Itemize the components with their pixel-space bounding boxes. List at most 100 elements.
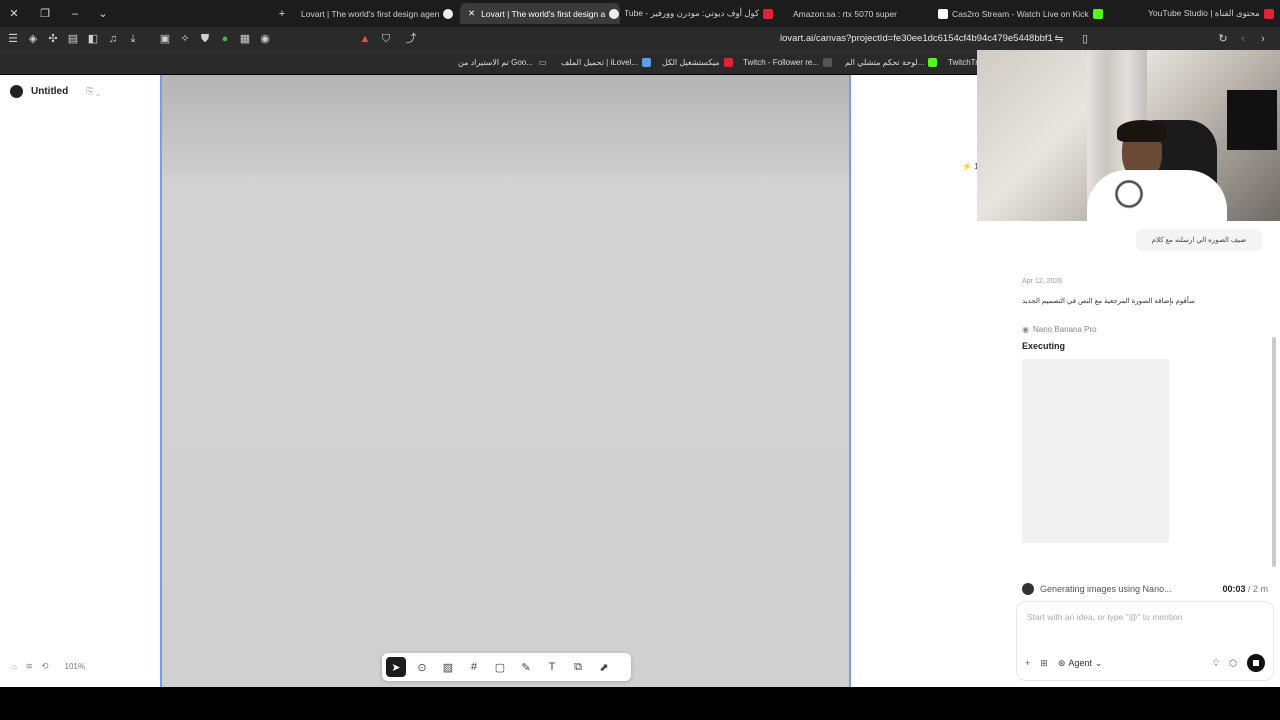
new-tab-icon[interactable]: +	[274, 6, 290, 22]
ilovepdf-favicon-icon	[642, 58, 652, 67]
green-extension-icon[interactable]: ●	[218, 32, 232, 46]
bookmark-label: تحميل الملف | iLovel...	[561, 58, 639, 67]
circle-icon[interactable]: ○	[12, 662, 17, 672]
webcam-person-body	[1087, 170, 1227, 221]
frame-tool-icon[interactable]: #	[464, 657, 484, 677]
tab-youtube-cod[interactable]: كول أوف ديوتي: مودرن وورفير - Tube	[625, 3, 785, 24]
address-bar[interactable]: lovart.ai/canvas?projectId=fe30ee1dc6154…	[780, 33, 1053, 44]
bookmark-item[interactable]: لوحة تحكم متشلي الم...	[845, 58, 941, 67]
extension-puzzle-icon[interactable]: ✣	[46, 32, 60, 46]
tab-lovart-active[interactable]: ✕ Lovart | The world's first design a	[460, 3, 620, 24]
youtube-favicon-icon	[723, 58, 733, 67]
image-upload-tool-icon[interactable]: ▨	[438, 657, 458, 677]
tab-lovart-1[interactable]: Lovart | The world's first design agen	[293, 3, 455, 24]
design-canvas[interactable]	[160, 75, 851, 687]
close-tab-icon[interactable]: ✕	[468, 8, 475, 19]
kick-favicon-icon	[1092, 8, 1103, 19]
bookmark-icon[interactable]: ▯	[1078, 32, 1092, 46]
agent-icon: ⊛	[1057, 657, 1066, 668]
tab-label: Lovart | The world's first design a	[481, 8, 606, 19]
stop-generation-button[interactable]	[1247, 654, 1265, 672]
pencil-tool-icon[interactable]: ✎	[516, 657, 536, 677]
youtube-favicon-icon	[1263, 8, 1274, 19]
lovart-logo-icon[interactable]	[10, 85, 23, 98]
execution-status: Executing	[1022, 341, 1066, 351]
chat-scrollbar[interactable]	[1272, 337, 1276, 567]
tab-label: Cas2ro Stream - Watch Live on Kick	[952, 8, 1089, 19]
add-attachment-icon[interactable]: +	[1025, 658, 1030, 668]
chat-input-tools: + ⊞ ⊛ Agent ⌄ 💡︎ ⬡	[1025, 654, 1265, 672]
bookmark-item[interactable]: تحميل الملف | iLovel...	[561, 58, 655, 67]
folder-icon: ▭	[538, 58, 547, 67]
book-icon[interactable]: ⊞	[1040, 658, 1048, 669]
brave-shield-icon[interactable]: ⛉	[379, 32, 393, 46]
screenshot-icon[interactable]: ▣	[158, 32, 172, 46]
extension-shield-icon[interactable]: ◈	[26, 32, 40, 46]
generation-status-bar: Generating images using Nano... 00:03 / …	[1022, 583, 1268, 595]
download-icon[interactable]: ⤓	[126, 32, 140, 46]
lovart-favicon-icon	[609, 8, 620, 19]
tab-youtube-studio[interactable]: YouTube Studio | محتوى القناة	[1140, 3, 1280, 24]
lightbulb-icon[interactable]: 💡︎	[1213, 658, 1219, 669]
music-icon[interactable]: ♫	[106, 32, 120, 46]
vpn-shield-icon[interactable]: ⛊	[198, 32, 212, 46]
webcam-overlay	[977, 50, 1280, 221]
generation-spinner-icon	[1022, 583, 1034, 595]
select-tool-icon[interactable]: ➤	[386, 657, 406, 677]
webcam-person-hair	[1117, 120, 1167, 142]
image-extension-icon[interactable]: ▦	[238, 32, 252, 46]
webcam-monitor	[1227, 90, 1277, 150]
model-name: Nano Banana Pro	[1032, 325, 1097, 334]
extensions-icon[interactable]: ✧	[178, 32, 192, 46]
close-window-icon[interactable]: ✕	[6, 6, 22, 22]
bookmark-item[interactable]: ميكستشغيل الكل	[662, 58, 737, 67]
cube-icon[interactable]: ⬡	[1229, 658, 1237, 669]
agent-selector[interactable]: ⊛ Agent ⌄	[1058, 658, 1103, 669]
tab-label: Amazon.sa : rtx 5070 super	[793, 8, 897, 19]
menu-icon[interactable]: ☰	[6, 32, 20, 46]
rectangle-tool-icon[interactable]: ▢	[490, 657, 510, 677]
restore-window-icon[interactable]: ❐	[37, 6, 53, 22]
tabs-icon[interactable]: ▤	[66, 32, 80, 46]
chat-input-box[interactable]: Start with an idea, or type "@" to menti…	[1016, 601, 1274, 681]
bookmark-item[interactable]: TwitchTr	[948, 58, 978, 67]
bookmark-item[interactable]: Twitch - Follower re...	[743, 58, 836, 67]
elapsed-value: 00:03	[1222, 584, 1246, 594]
tab-kick[interactable]: Cas2ro Stream - Watch Live on Kick	[926, 3, 1106, 24]
brave-rewards-icon[interactable]: ▲	[358, 32, 372, 46]
back-icon[interactable]: ‹	[1236, 32, 1250, 46]
minimize-window-icon[interactable]: –	[67, 6, 83, 22]
youtube-favicon-icon	[763, 8, 773, 19]
agent-label: Agent	[1068, 658, 1092, 668]
share-icon[interactable]: ⤴	[404, 32, 418, 46]
total-time: / 2 m	[1245, 584, 1268, 594]
profile-extension-icon[interactable]: ◉	[258, 32, 272, 46]
browser-toolbar: ☰ ◈ ✣ ▤ ◧ ♫ ⤓ ▣ ✧ ⛊ ● ▦ ◉ ▲ ⛉ ⤴ lovart.a…	[0, 27, 1280, 52]
tab-amazon[interactable]: Amazon.sa : rtx 5070 super	[785, 3, 925, 24]
history-icon[interactable]: ⟲	[41, 661, 49, 672]
video-generator-tool-icon[interactable]: ⬈	[594, 657, 614, 677]
bookmark-label: ميكستشغيل الكل	[662, 58, 720, 67]
bookmark-label: لوحة تحكم متشلي الم...	[845, 58, 925, 67]
project-title[interactable]: Untitled	[31, 86, 68, 97]
message-date: Apr 12, 2026	[1022, 278, 1063, 285]
canvas-toolbar: ➤ ⊙ ▨ # ▢ ✎ T ⧉ ⬈	[382, 653, 631, 681]
project-settings-chevron-icon[interactable]: ⎘ ⌄	[86, 86, 100, 97]
chat-input-placeholder[interactable]: Start with an idea, or type "@" to menti…	[1027, 612, 1182, 622]
reload-icon[interactable]: ↻	[1216, 32, 1230, 46]
tab-list-chevron-icon[interactable]: ⌄	[95, 6, 111, 22]
sidebar-icon[interactable]: ◧	[86, 32, 100, 46]
tab-label: YouTube Studio | محتوى القناة	[1148, 8, 1260, 18]
text-tool-icon[interactable]: T	[542, 657, 562, 677]
forward-icon[interactable]: ›	[1256, 32, 1270, 46]
marker-tool-icon[interactable]: ⊙	[412, 657, 432, 677]
kick-favicon-icon	[928, 58, 938, 67]
layers-icon[interactable]: ≋	[25, 661, 33, 672]
image-generator-tool-icon[interactable]: ⧉	[568, 657, 588, 677]
bookmark-folder[interactable]: تم الاستيراد من Goo... ▭	[458, 58, 546, 67]
site-settings-icon[interactable]: ⇋	[1052, 32, 1066, 46]
bookmark-label: TwitchTr	[948, 58, 978, 67]
taskbar-area	[0, 687, 1280, 720]
zoom-level[interactable]: 101%	[65, 662, 85, 671]
user-message-bubble: ضيف الصوره الي ارسلته مع كلام	[1136, 229, 1262, 251]
